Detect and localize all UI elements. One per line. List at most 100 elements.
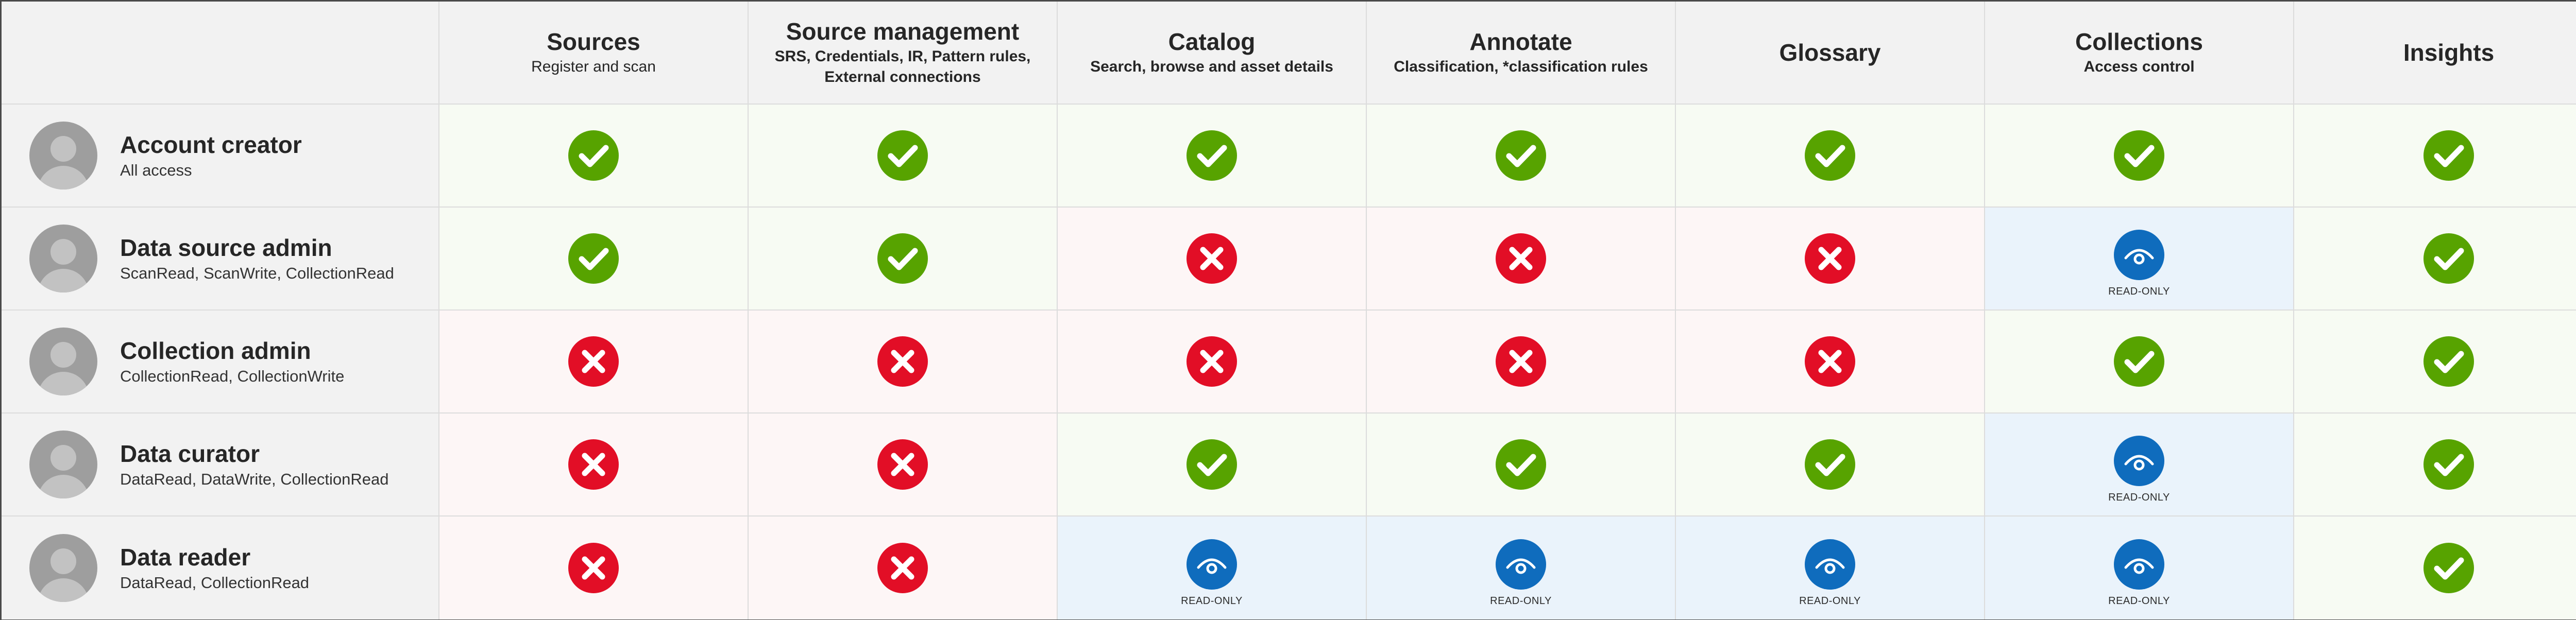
column-title: Source management [786, 18, 1020, 45]
check-icon [2423, 130, 2475, 181]
readonly-indicator: READ-ONLY [1490, 539, 1552, 607]
access-cell-yes [2294, 414, 2576, 516]
check-icon [1804, 439, 1856, 490]
check-icon [877, 130, 928, 181]
check-icon [2423, 336, 2475, 387]
cross-icon [568, 336, 619, 387]
access-cell-yes [439, 208, 749, 311]
readonly-label: READ-ONLY [2108, 595, 2170, 607]
access-cell-readonly: READ-ONLY [1676, 516, 1985, 619]
access-cell-no [749, 311, 1058, 414]
cross-icon [877, 336, 928, 387]
readonly-label: READ-ONLY [1490, 595, 1552, 607]
role-permissions: DataRead, DataWrite, CollectionRead [120, 470, 389, 488]
cross-icon [1804, 336, 1856, 387]
access-cell-readonly: READ-ONLY [1367, 516, 1676, 619]
access-cell-yes [2294, 105, 2576, 208]
permissions-grid: Sources Register and scan Source managemen… [2, 2, 2576, 619]
column-title: Catalog [1168, 28, 1256, 55]
access-cell-yes [1058, 414, 1367, 516]
access-cell-no [1367, 311, 1676, 414]
eye-icon [1804, 539, 1856, 590]
eye-icon [2113, 229, 2165, 281]
eye-icon [2113, 435, 2165, 487]
access-cell-no [1676, 311, 1985, 414]
check-icon [1186, 130, 1238, 181]
access-cell-no [1058, 208, 1367, 311]
check-icon [877, 233, 928, 284]
role-text: Data curator DataRead, DataWrite, Collect… [120, 439, 389, 490]
access-cell-yes [2294, 311, 2576, 414]
access-cell-yes [2294, 516, 2576, 619]
role-permissions: All access [120, 161, 192, 179]
column-title: Annotate [1469, 28, 1572, 55]
cross-icon [568, 542, 619, 594]
column-title: Insights [2403, 39, 2495, 66]
check-icon [1804, 130, 1856, 181]
role-permissions: DataRead, CollectionRead [120, 574, 310, 592]
cross-icon [568, 439, 619, 490]
access-cell-no [439, 414, 749, 516]
user-avatar-icon [29, 225, 97, 292]
column-subtitle: Access control [2083, 58, 2195, 75]
check-icon [568, 130, 619, 181]
header-corner [2, 2, 439, 105]
role-name: Data curator [120, 440, 260, 467]
column-title: Glossary [1779, 39, 1881, 66]
role-text: Data source admin ScanRead, ScanWrite, Co… [120, 233, 394, 284]
role-permissions: ScanRead, ScanWrite, CollectionRead [120, 264, 394, 282]
access-cell-yes [749, 208, 1058, 311]
eye-icon [1186, 539, 1238, 590]
check-icon [1495, 439, 1547, 490]
cross-icon [1186, 233, 1238, 284]
role-cell: Collection admin CollectionRead, Collecti… [2, 311, 439, 414]
check-icon [2423, 542, 2475, 594]
access-cell-no [1676, 208, 1985, 311]
access-cell-readonly: READ-ONLY [1985, 208, 2294, 311]
role-name: Data source admin [120, 234, 332, 261]
column-subtitle: Register and scan [531, 58, 656, 75]
role-cell: Data reader DataRead, CollectionRead [2, 516, 439, 619]
access-cell-no [439, 311, 749, 414]
access-cell-yes [1367, 414, 1676, 516]
column-title: Collections [2075, 28, 2203, 55]
readonly-label: READ-ONLY [1181, 595, 1243, 607]
column-title: Sources [547, 28, 640, 55]
access-cell-no [1367, 208, 1676, 311]
readonly-indicator: READ-ONLY [1181, 539, 1243, 607]
column-header: Glossary [1676, 2, 1985, 105]
access-cell-no [749, 414, 1058, 516]
access-cell-readonly: READ-ONLY [1985, 516, 2294, 619]
column-header: Collections Access control [1985, 2, 2294, 105]
role-text: Data reader DataRead, CollectionRead [120, 543, 309, 593]
column-subtitle: SRS, Credentials, IR, Pattern rules, Ext… [774, 48, 1031, 85]
column-header: Catalog Search, browse and asset details [1058, 2, 1367, 105]
check-icon [2423, 233, 2475, 284]
user-avatar-icon [29, 430, 97, 498]
readonly-indicator: READ-ONLY [2108, 229, 2170, 298]
access-cell-yes [2294, 208, 2576, 311]
column-header: Insights [2294, 2, 2576, 105]
access-cell-no [749, 516, 1058, 619]
column-header: Source management SRS, Credentials, IR, P… [749, 2, 1058, 105]
readonly-label: READ-ONLY [2108, 491, 2170, 503]
eye-icon [1495, 539, 1547, 590]
access-cell-yes [1985, 311, 2294, 414]
cross-icon [1804, 233, 1856, 284]
role-cell: Data source admin ScanRead, ScanWrite, Co… [2, 208, 439, 311]
role-name: Collection admin [120, 337, 311, 364]
cross-icon [1186, 336, 1238, 387]
check-icon [1186, 439, 1238, 490]
readonly-indicator: READ-ONLY [1799, 539, 1861, 607]
user-avatar-icon [29, 122, 97, 190]
access-cell-yes [1985, 105, 2294, 208]
cross-icon [877, 542, 928, 594]
role-cell: Account creator All access [2, 105, 439, 208]
readonly-indicator: READ-ONLY [2108, 435, 2170, 504]
column-subtitle: Search, browse and asset details [1090, 58, 1333, 75]
cross-icon [1495, 233, 1547, 284]
check-icon [568, 233, 619, 284]
access-cell-yes [749, 105, 1058, 208]
cross-icon [1495, 336, 1547, 387]
role-text: Account creator All access [120, 130, 302, 181]
